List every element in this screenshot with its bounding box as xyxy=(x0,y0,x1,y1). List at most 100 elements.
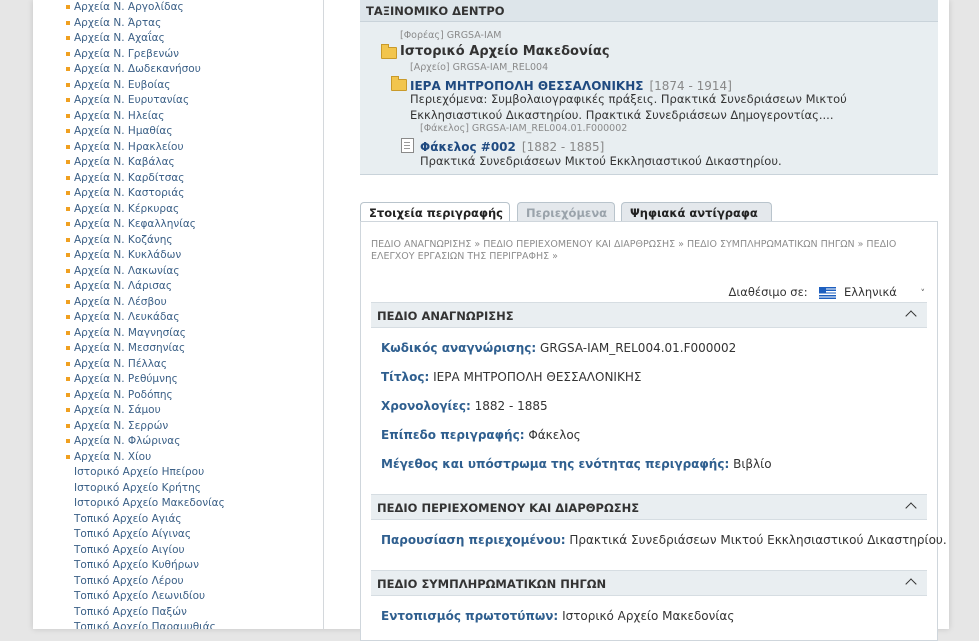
archive-list-item[interactable]: Αρχεία Ν. Ημαθίας xyxy=(66,124,173,139)
archive-list-label: Τοπικό Αρχείο Κυθήρων xyxy=(74,559,199,571)
archive-list-item[interactable]: Αρχεία Ν. Ευβοίας xyxy=(66,78,171,93)
archive-list-item[interactable]: Αρχεία Ν. Λακωνίας xyxy=(66,264,180,279)
chevron-up-icon[interactable] xyxy=(905,502,917,514)
archive-list-label: Αρχεία Ν. Ημαθίας xyxy=(74,125,173,137)
square-bullet-icon xyxy=(66,299,70,304)
archive-list-item[interactable]: Τοπικό Αρχείο Αγιάς xyxy=(74,512,182,527)
archive-list-label: Τοπικό Αρχείο Αίγινας xyxy=(74,528,192,540)
archive-list-label: Τοπικό Αρχείο Λεωνιδίου xyxy=(74,590,206,602)
section-identification-header[interactable]: ΠΕΔΙΟ ΑΝΑΓΝΩΡΙΣΗΣ xyxy=(371,302,927,328)
archive-list-label: Αρχεία Ν. Ευρυτανίας xyxy=(74,94,190,106)
tab-description[interactable]: Στοιχεία περιγραφής xyxy=(360,202,510,222)
archive-list-label: Αρχεία Ν. Ηρακλείου xyxy=(74,140,184,153)
section-breadcrumbs[interactable]: ΠΕΔΙΟ ΑΝΑΓΝΩΡΙΣΗΣ » ΠΕΔΙΟ ΠΕΡΙΕΧΟΜΕΝΟΥ Κ… xyxy=(371,239,931,263)
field-value: ΙΕΡΑ ΜΗΤΡΟΠΟΛΗ ΘΕΣΣΑΛΟΝΙΚΗΣ xyxy=(433,370,642,384)
field-value: Πρακτικά Συνεδριάσεων Μικτού Εκκλησιαστι… xyxy=(569,533,947,547)
archive-list-item[interactable]: Αρχεία Ν. Λέσβου xyxy=(66,295,167,310)
archive-list-item[interactable]: Αρχεία Ν. Μαγνησίας xyxy=(66,326,186,341)
square-bullet-icon xyxy=(66,268,70,273)
archive-list-item[interactable]: Τοπικό Αρχείο Παραμυθιάς xyxy=(74,620,216,629)
square-bullet-icon xyxy=(66,346,70,350)
tree-level2-meta: [Αρχείο] GRGSA-IAM_REL004 xyxy=(410,62,549,73)
archive-list-item[interactable]: Αρχεία Ν. Μεσσηνίας xyxy=(66,341,186,356)
language-selector[interactable]: Διαθέσιμο σε: Ελληνικά ˅ xyxy=(729,285,925,299)
section-title: ΠΕΔΙΟ ΣΥΜΠΛΗΡΩΜΑΤΙΚΩΝ ΠΗΓΩΝ xyxy=(377,577,607,591)
archive-list-item[interactable]: Αρχεία Ν. Ηρακλείου xyxy=(66,140,184,155)
archive-list-item[interactable]: Αρχεία Ν. Ευρυτανίας xyxy=(66,93,190,108)
archive-list-item[interactable]: Αρχεία Ν. Γρεβενών xyxy=(66,47,180,62)
archive-list-item[interactable]: Ιστορικό Αρχείο Μακεδονίας xyxy=(74,496,225,511)
archive-list-item[interactable]: Αρχεία Ν. Κέρκυρας xyxy=(66,202,179,217)
archive-list-item[interactable]: Αρχεία Ν. Κοζάνης xyxy=(66,233,173,248)
archive-list-item[interactable]: Αρχεία Ν. Καστοριάς xyxy=(66,186,184,201)
archive-list-item[interactable]: Αρχεία Ν. Αργολίδας xyxy=(66,0,184,15)
archive-list-label: Αρχεία Ν. Λακωνίας xyxy=(74,264,180,277)
chevron-up-icon[interactable] xyxy=(905,578,917,590)
archive-list-item[interactable]: Τοπικό Αρχείο Αιγίου xyxy=(74,543,185,558)
archive-list-item[interactable]: Αρχεία Ν. Κεφαλληνίας xyxy=(66,217,196,232)
classification-tree: [Φορέας] GRGSA-IAM Ιστορικό Αρχείο Μακεδ… xyxy=(360,22,938,175)
archive-list-label: Αρχεία Ν. Ρεθύμνης xyxy=(74,373,178,385)
tree-level3-title[interactable]: Φάκελος #002 xyxy=(420,140,516,154)
archive-list-item[interactable]: Τοπικό Αρχείο Παξών xyxy=(74,605,187,620)
archive-list-item[interactable]: Αρχεία Ν. Λάρισας xyxy=(66,279,172,294)
archive-list-label: Τοπικό Αρχείο Αιγίου xyxy=(74,543,185,556)
section-title: ΠΕΔΙΟ ΠΕΡΙΕΧΟΜΕΝΟΥ ΚΑΙ ΔΙΑΡΘΡΩΣΗΣ xyxy=(377,501,640,515)
archive-list-label: Τοπικό Αρχείο Λέρου xyxy=(74,574,184,587)
archive-list-item[interactable]: Αρχεία Ν. Καρδίτσας xyxy=(66,171,185,186)
archive-list-item[interactable]: Τοπικό Αρχείο Αίγινας xyxy=(74,527,191,542)
archive-list-item[interactable]: Τοπικό Αρχείο Λέρου xyxy=(74,574,184,589)
square-bullet-icon xyxy=(66,377,70,381)
description-panel: ΠΕΔΙΟ ΑΝΑΓΝΩΡΙΣΗΣ » ΠΕΔΙΟ ΠΕΡΙΕΧΟΜΕΝΟΥ Κ… xyxy=(360,221,947,641)
chevron-up-icon[interactable] xyxy=(905,310,917,322)
section-allied-header[interactable]: ΠΕΔΙΟ ΣΥΜΠΛΗΡΩΜΑΤΙΚΩΝ ΠΗΓΩΝ xyxy=(371,570,927,596)
archive-list-label: Αρχεία Ν. Ευβοίας xyxy=(74,78,171,91)
archive-list-item[interactable]: Αρχεία Ν. Φλώρινας xyxy=(66,434,180,449)
archive-list-item[interactable]: Αρχεία Ν. Ροδόπης xyxy=(66,388,173,403)
archive-list-label: Αρχεία Ν. Σάμου xyxy=(74,404,161,416)
square-bullet-icon xyxy=(66,222,70,226)
archive-list-item[interactable]: Αρχεία Ν. Ηλείας xyxy=(66,109,164,124)
main-content: ΤΑΞΙΝΟΜΙΚΟ ΔΕΝΤΡΟ [Φορέας] GRGSA-IAM Ιστ… xyxy=(360,0,947,641)
archive-list-item[interactable]: Αρχεία Ν. Δωδεκανήσου xyxy=(66,62,201,77)
square-bullet-icon xyxy=(66,408,70,412)
archive-list-item[interactable]: Αρχεία Ν. Λευκάδας xyxy=(66,310,180,325)
archive-list-item[interactable]: Αρχεία Ν. Σάμου xyxy=(66,403,161,418)
field-extent-medium: Μέγεθος και υπόστρωμα της ενότητας περιγ… xyxy=(381,457,772,471)
tab-digital-copies[interactable]: Ψηφιακά αντίγραφα xyxy=(621,202,772,222)
section-title: ΠΕΔΙΟ ΑΝΑΓΝΩΡΙΣΗΣ xyxy=(377,309,514,323)
square-bullet-icon xyxy=(66,392,70,397)
archive-list-label: Αρχεία Ν. Γρεβενών xyxy=(74,47,180,60)
archive-list-item[interactable]: Αρχεία Ν. Πέλλας xyxy=(66,357,167,372)
archive-list-label: Αρχεία Ν. Μεσσηνίας xyxy=(74,342,186,354)
archive-list-item[interactable]: Αρχεία Ν. Σερρών xyxy=(66,419,168,434)
archive-list-label: Αρχεία Ν. Ροδόπης xyxy=(74,388,173,401)
archive-list-item[interactable]: Αρχεία Ν. Καβάλας xyxy=(66,155,175,170)
archive-list-item[interactable]: Τοπικό Αρχείο Κυθήρων xyxy=(74,558,199,573)
archive-list-label: Τοπικό Αρχείο Παραμυθιάς xyxy=(74,621,216,629)
archive-list-item[interactable]: Ιστορικό Αρχείο Ηπείρου xyxy=(74,465,204,480)
archive-list-label: Αρχεία Ν. Καρδίτσας xyxy=(74,171,185,184)
archive-list-item[interactable]: Αρχεία Ν. Άρτας xyxy=(66,16,161,31)
square-bullet-icon xyxy=(66,98,70,102)
archive-list-item[interactable]: Αρχεία Ν. Κυκλάδων xyxy=(66,248,181,263)
archive-list-label: Αρχεία Ν. Λευκάδας xyxy=(74,311,180,323)
section-content-header[interactable]: ΠΕΔΙΟ ΠΕΡΙΕΧΟΜΕΝΟΥ ΚΑΙ ΔΙΑΡΘΡΩΣΗΣ xyxy=(371,494,927,520)
field-label: Τίτλος: xyxy=(381,370,430,384)
archive-list-item[interactable]: Ιστορικό Αρχείο Κρήτης xyxy=(74,481,201,496)
square-bullet-icon xyxy=(66,439,70,443)
greek-flag-icon xyxy=(819,286,837,299)
field-location-originals: Εντοπισμός πρωτοτύπων: Ιστορικό Αρχείο Μ… xyxy=(381,609,734,623)
field-dates: Χρονολογίες: 1882 - 1885 xyxy=(381,399,548,413)
tree-level1-title[interactable]: Ιστορικό Αρχείο Μακεδονίας xyxy=(400,44,610,59)
archive-list-item[interactable]: Αρχεία Ν. Χίου xyxy=(66,450,151,465)
archive-list-item[interactable]: Αρχεία Ν. Αχαΐας xyxy=(66,31,165,46)
chevron-down-icon[interactable]: ˅ xyxy=(921,289,926,299)
square-bullet-icon xyxy=(66,206,70,211)
archive-list-item[interactable]: Αρχεία Ν. Ρεθύμνης xyxy=(66,372,178,387)
archive-list-label: Τοπικό Αρχείο Αγιάς xyxy=(74,512,182,525)
square-bullet-icon xyxy=(66,113,70,118)
archive-list-item[interactable]: Τοπικό Αρχείο Λεωνιδίου xyxy=(74,589,205,604)
archive-list-label: Αρχεία Ν. Αργολίδας xyxy=(74,1,184,13)
folder-open-icon xyxy=(391,76,407,91)
